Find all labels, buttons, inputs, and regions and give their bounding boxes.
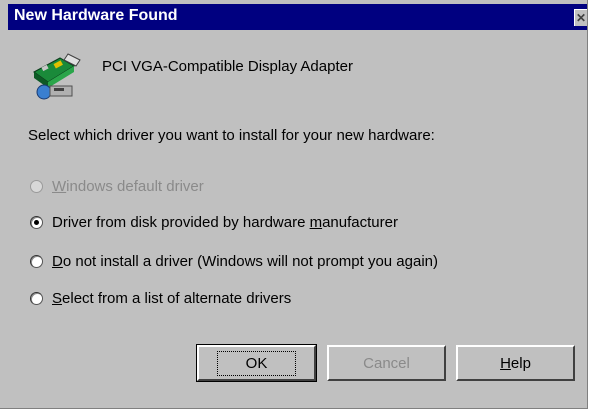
option-label: Driver from disk provided by hardware ma… <box>52 214 398 231</box>
option-do-not-install[interactable]: Do not install a driver (Windows will no… <box>30 253 438 270</box>
option-label: Windows default driver <box>52 178 204 195</box>
option-label: Select from a list of alternate drivers <box>52 290 292 307</box>
option-windows-default-driver[interactable]: Windows default driver <box>30 178 204 195</box>
radio-button-selected[interactable] <box>30 216 43 229</box>
help-button-label: Help <box>500 354 531 372</box>
window-title: New Hardware Found <box>14 7 178 24</box>
radio-button[interactable] <box>30 292 43 305</box>
cancel-button[interactable]: Cancel <box>327 345 446 381</box>
title-bar[interactable]: New Hardware Found ✕ <box>8 4 587 30</box>
ok-button-label: OK <box>216 350 297 376</box>
new-hardware-dialog: New Hardware Found ✕ PCI VGA-Compatible … <box>0 0 588 409</box>
option-select-from-list[interactable]: Select from a list of alternate drivers <box>30 290 291 307</box>
close-icon[interactable]: ✕ <box>574 9 587 26</box>
device-name: PCI VGA-Compatible Display Adapter <box>102 58 353 75</box>
radio-button[interactable] <box>30 180 43 193</box>
radio-button[interactable] <box>30 255 43 268</box>
hardware-card-icon <box>33 53 81 100</box>
ok-button[interactable]: OK <box>196 344 317 382</box>
cancel-button-label: Cancel <box>363 354 410 372</box>
option-driver-from-disk[interactable]: Driver from disk provided by hardware ma… <box>30 214 398 231</box>
help-button[interactable]: Help <box>456 345 575 381</box>
driver-prompt: Select which driver you want to install … <box>28 127 435 144</box>
option-label: Do not install a driver (Windows will no… <box>52 253 439 270</box>
